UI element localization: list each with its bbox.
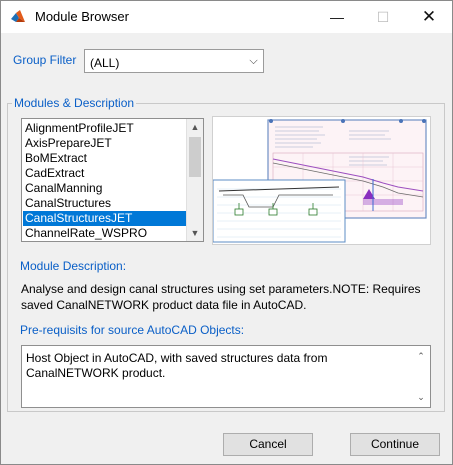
list-item[interactable]: CanalManning [23, 181, 188, 196]
prerequisites-textarea[interactable]: Host Object in AutoCAD, with saved struc… [21, 345, 431, 408]
scroll-up-icon[interactable]: ⌃ [413, 348, 429, 364]
cancel-button[interactable]: Cancel [223, 433, 313, 456]
list-item[interactable]: ChannelRate_WSPRO [23, 226, 188, 241]
window-title: Module Browser [35, 9, 129, 24]
module-description-label: Module Description: [20, 259, 127, 273]
prerequisites-scrollbar[interactable]: ⌃ ⌄ [413, 346, 430, 407]
scroll-up-icon[interactable]: ▲ [187, 119, 203, 135]
minimize-button[interactable]: — [314, 1, 360, 33]
matlab-logo-icon [11, 10, 25, 22]
continue-button[interactable]: Continue [350, 433, 440, 456]
title-bar[interactable]: Module Browser — ☐ ✕ [1, 1, 452, 33]
list-item[interactable]: AxisPrepareJET [23, 136, 188, 151]
modules-listbox[interactable]: AlignmentProfileJET AxisPrepareJET BoMEx… [21, 118, 204, 242]
list-item[interactable]: CadExtract [23, 166, 188, 181]
chevron-down-icon[interactable]: ⌵ [244, 50, 263, 72]
prerequisites-text: Host Object in AutoCAD, with saved struc… [26, 351, 328, 380]
group-filter-select[interactable]: (ALL) ⌵ [84, 49, 264, 73]
scroll-down-icon[interactable]: ▼ [187, 225, 203, 241]
group-filter-value: (ALL) [90, 56, 120, 70]
profile-drawing-thumbnail [212, 119, 427, 243]
list-item[interactable]: CanalStructures [23, 196, 188, 211]
close-button[interactable]: ✕ [406, 1, 452, 33]
maximize-button[interactable]: ☐ [360, 1, 406, 33]
module-browser-window: Module Browser — ☐ ✕ Group Filter (ALL) … [0, 0, 453, 465]
list-item-selected[interactable]: CanalStructuresJET [23, 211, 188, 226]
modules-groupbox-legend: Modules & Description [12, 96, 137, 110]
list-item[interactable]: AlignmentProfileJET [23, 121, 188, 136]
scroll-down-icon[interactable]: ⌄ [413, 389, 429, 405]
modules-scrollbar[interactable]: ▲ ▼ [186, 119, 203, 241]
list-item[interactable]: BoMExtract [23, 151, 188, 166]
module-preview-image [212, 116, 431, 245]
module-description-text: Analyse and design canal structures usin… [21, 282, 421, 312]
prerequisites-label: Pre-requisits for source AutoCAD Objects… [20, 323, 245, 337]
group-filter-label: Group Filter [13, 53, 77, 67]
scroll-thumb[interactable] [189, 137, 201, 177]
